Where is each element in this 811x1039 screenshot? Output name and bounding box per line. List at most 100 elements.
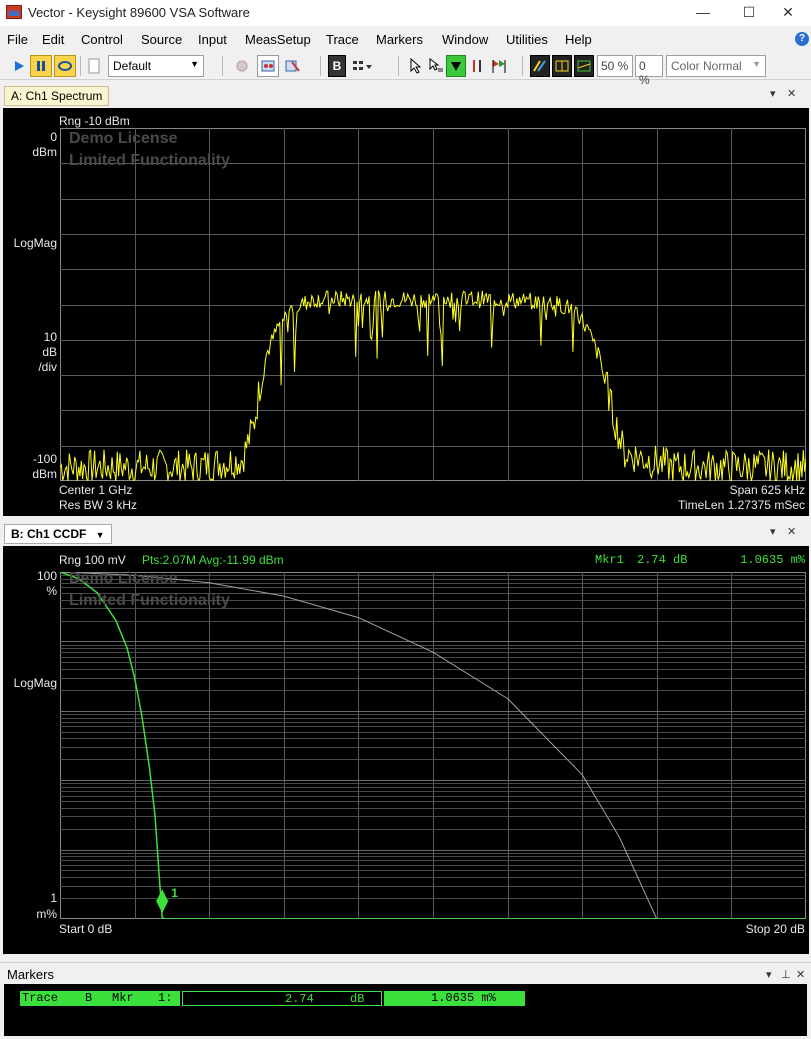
menu-edit[interactable]: Edit — [42, 32, 64, 47]
spectrum-trace-area[interactable]: Rng -10 dBm 0 dBm LogMag 10 dB /div -100… — [3, 108, 809, 516]
ccdf-y-top: 100 — [36, 569, 57, 583]
recorder-icon[interactable] — [257, 55, 279, 77]
ccdf-start: Start 0 dB — [59, 922, 113, 936]
spectrum-y-bottom-unit: dBm — [32, 467, 57, 481]
clear-icon[interactable] — [282, 55, 302, 77]
marker-row[interactable]: Trace B Mkr 1: 2.74 dB 1.0635 m% — [20, 991, 525, 1006]
tab-ch1-spectrum[interactable]: A: Ch1 Spectrum — [4, 86, 110, 106]
menu-file[interactable]: File — [7, 32, 28, 47]
markers-titlebar: Markers ▾ ⊥ ✕ — [0, 962, 811, 984]
panel-a-close-icon[interactable]: ✕ — [787, 87, 796, 100]
trace-color-icon[interactable] — [530, 55, 550, 77]
offset-percent[interactable]: 0 % — [635, 55, 663, 87]
menu-meassetup[interactable]: MeasSetup — [245, 32, 311, 47]
grid-icon[interactable] — [552, 55, 572, 77]
app-icon — [6, 5, 22, 19]
title-bar: Vector - Keysight 89600 VSA Software — ☐… — [0, 0, 811, 26]
menu-control[interactable]: Control — [81, 32, 123, 47]
color-mode-select[interactable]: Color Normal ▼ — [666, 55, 766, 77]
marker-value-cell[interactable]: 2.74 dB — [182, 991, 382, 1006]
preset-select[interactable]: Default ▼ — [108, 55, 204, 77]
marker-unit: dB — [350, 992, 365, 1006]
ccdf-y-bottom-unit: m% — [36, 907, 57, 921]
menu-window[interactable]: Window — [442, 32, 488, 47]
ccdf-watermark-1: Demo License — [69, 570, 178, 587]
color-mode-value: Color Normal — [671, 59, 742, 73]
bold-button[interactable]: B — [328, 55, 346, 77]
menu-markers[interactable]: Markers — [376, 32, 423, 47]
tab-dropdown-icon[interactable]: ▼ — [96, 530, 105, 540]
record-icon[interactable] — [232, 55, 252, 77]
persistence-percent[interactable]: 50 % — [597, 55, 633, 77]
ccdf-trace-area[interactable]: Rng 100 mV Pts:2.07M Avg:-11.99 dBm Mkr1… — [3, 546, 809, 954]
marker-trace-label: Trace — [22, 991, 59, 1005]
ccdf-watermark-2: Limited Functionality — [69, 592, 230, 609]
close-button[interactable]: ✕ — [765, 0, 811, 26]
menu-help[interactable]: Help — [565, 32, 592, 47]
panel-b-tabbar: B: Ch1 CCDF ▼ ▾ ✕ — [0, 522, 811, 544]
marker-pointer-icon[interactable] — [426, 55, 446, 77]
continuous-icon[interactable] — [54, 55, 76, 77]
spectrum-y-bottom: -100 — [32, 452, 57, 466]
spectrum-scale-value: 10 — [43, 330, 57, 344]
panel-a-tabbar: A: Ch1 Spectrum ▾ ✕ — [0, 84, 811, 106]
marker-row-head: Trace B Mkr 1: — [20, 991, 180, 1006]
marker-value: 2.74 — [285, 992, 314, 1006]
spectrum-timelen: TimeLen 1.27375 mSec — [678, 498, 805, 512]
ccdf-plot[interactable]: 1 — [60, 572, 806, 919]
menu-trace[interactable]: Trace — [326, 32, 359, 47]
ccdf-y-bottom: 1 — [50, 891, 57, 905]
pointer-icon[interactable] — [406, 55, 424, 77]
tab-ch1-ccdf[interactable]: B: Ch1 CCDF ▼ — [4, 524, 112, 544]
ccdf-range: Rng 100 mV — [59, 553, 126, 567]
marker-flag-icon[interactable] — [488, 55, 510, 77]
ccdf-stop: Stop 20 dB — [745, 922, 805, 936]
ccdf-marker-pct: 1.0635 m% — [740, 553, 805, 567]
peak-icon[interactable] — [468, 55, 486, 77]
ccdf-marker-value: 2.74 dB — [637, 553, 688, 567]
markers-pin-icon[interactable]: ⊥ — [781, 968, 791, 981]
marker-trace-id: B — [85, 991, 93, 1005]
spectrum-watermark-2: Limited Functionality — [69, 152, 230, 169]
play-icon[interactable] — [8, 55, 30, 77]
marker-pct-cell[interactable]: 1.0635 m% — [384, 991, 525, 1006]
spectrum-res-bw: Res BW 3 kHz — [59, 498, 138, 512]
panel-a-dropdown-icon[interactable]: ▾ — [770, 87, 776, 100]
menu-utilities[interactable]: Utilities — [506, 32, 548, 47]
menu-source[interactable]: Source — [141, 32, 182, 47]
ccdf-y-top-unit: % — [46, 584, 57, 598]
spectrum-watermark-1: Demo License — [69, 130, 178, 147]
markers-close-icon[interactable]: ✕ — [796, 968, 805, 981]
spectrum-y-top-unit: dBm — [32, 145, 57, 159]
spectrum-y-top: 0 — [50, 130, 57, 144]
markers-dropdown-icon[interactable]: ▾ — [766, 968, 772, 981]
preset-select-value: Default — [113, 59, 152, 73]
marker-mkr-label: Mkr — [112, 991, 134, 1005]
markers-table: Trace B Mkr 1: 2.74 dB 1.0635 m% — [4, 984, 807, 1036]
panel-b-dropdown-icon[interactable]: ▾ — [770, 525, 776, 538]
spectrum-center: Center 1 GHz — [59, 483, 133, 497]
markers-title: Markers — [7, 967, 54, 982]
ccdf-marker-diamond — [156, 889, 169, 914]
minimize-button[interactable]: — — [680, 0, 726, 26]
display-icon[interactable] — [574, 55, 594, 77]
preset-icon — [84, 55, 104, 77]
panel-b-close-icon[interactable]: ✕ — [787, 525, 796, 538]
spectrum-plot[interactable] — [60, 128, 806, 481]
marker-mkr-id: 1: — [158, 991, 173, 1005]
tab-ch1-ccdf-label: B: Ch1 CCDF — [11, 527, 87, 541]
ccdf-marker-number: 1 — [171, 886, 178, 900]
layout-icon[interactable] — [350, 55, 376, 77]
pause-icon[interactable] — [30, 55, 52, 77]
ccdf-y-format: LogMag — [13, 676, 57, 690]
spectrum-scale-div: /div — [38, 360, 57, 374]
menu-bar: File Edit Control Source Input MeasSetup… — [0, 28, 811, 50]
menu-input[interactable]: Input — [198, 32, 227, 47]
ccdf-marker-label: Mkr1 — [595, 553, 624, 567]
spectrum-y-format: LogMag — [13, 236, 57, 250]
marker-icon[interactable] — [446, 55, 466, 77]
ccdf-stats: Pts:2.07M Avg:-11.99 dBm — [142, 553, 284, 567]
window-title: Vector - Keysight 89600 VSA Software — [28, 5, 250, 20]
help-icon[interactable]: ? — [795, 32, 809, 46]
toolbar: Default ▼ B 50 % 0 % Color Normal ▼ — [0, 52, 811, 87]
